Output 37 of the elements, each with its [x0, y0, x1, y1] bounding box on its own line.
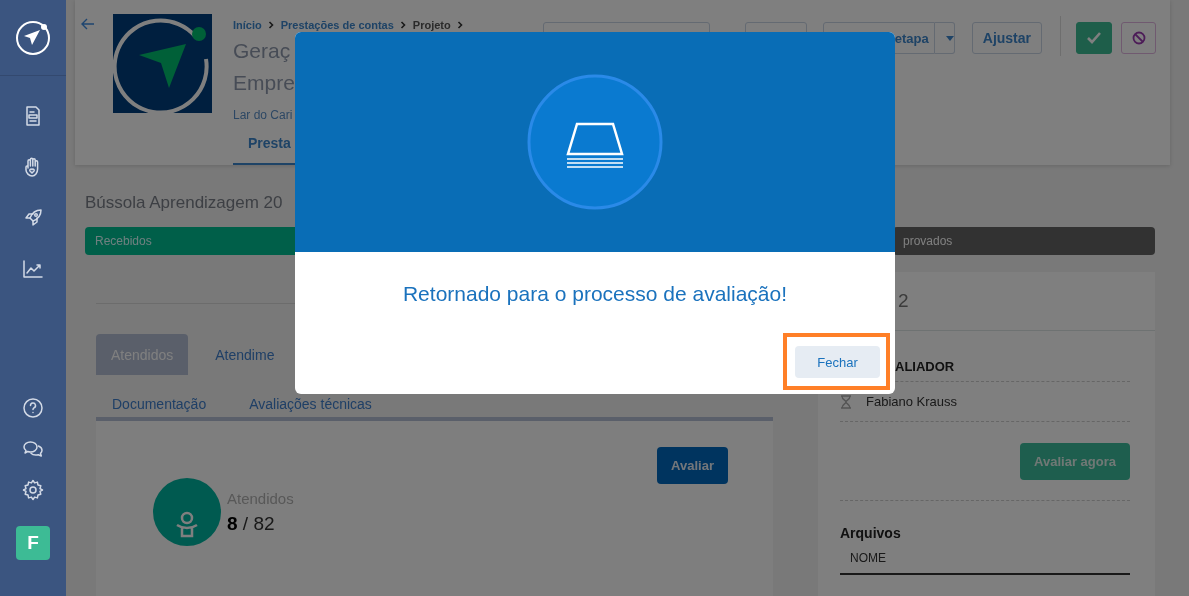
evaluator-name: Fabiano Krauss — [866, 394, 958, 409]
files-heading: Arquivos — [840, 524, 902, 542]
chart-icon[interactable] — [21, 257, 45, 281]
dialog-message: Retornado para o processo de avaliação! — [401, 281, 789, 307]
breadcrumb-link[interactable]: Prestações de contas — [280, 19, 394, 31]
breadcrumb-link[interactable]: Início — [233, 19, 262, 31]
block-button[interactable] — [1121, 22, 1156, 54]
breadcrumb-link[interactable]: Projeto — [412, 19, 451, 31]
tray-icon — [527, 74, 663, 210]
user-avatar[interactable]: F — [16, 526, 50, 560]
chevron-icon — [267, 21, 275, 29]
logo-icon[interactable] — [14, 18, 52, 57]
tab[interactable]: Atendime — [200, 334, 290, 375]
organization-link[interactable]: Lar do Cari — [233, 107, 293, 123]
card-heading: 2 — [898, 290, 909, 312]
section-title: Bússola Aprendizagem 20 — [85, 193, 284, 213]
block-icon — [1131, 31, 1146, 45]
chevron-icon — [456, 21, 464, 29]
adjust-button[interactable]: Ajustar — [971, 22, 1042, 54]
close-button[interactable]: Fechar — [795, 346, 880, 378]
tab[interactable]: Avaliações técnicas — [249, 395, 372, 413]
caret-icon — [945, 35, 954, 41]
stat-value: 8 / 82 — [227, 512, 276, 535]
person-icon — [153, 478, 221, 546]
check-icon — [1087, 32, 1101, 44]
settings-icon[interactable] — [21, 478, 45, 502]
evaluate-now-button[interactable]: Avaliar agora — [1020, 443, 1130, 480]
help-icon[interactable] — [21, 396, 45, 420]
project-title: Geraç — [233, 38, 291, 64]
project-title: Empre — [233, 70, 295, 96]
evaluate-button[interactable]: Avaliar — [657, 447, 728, 484]
back-arrow-icon[interactable] — [81, 17, 95, 31]
stage-bar: provados — [893, 227, 1155, 255]
dropdown-button[interactable] — [934, 22, 955, 54]
tab[interactable]: Documentação — [112, 395, 207, 413]
column-header: NOME — [850, 551, 886, 565]
chevron-icon — [399, 21, 407, 29]
